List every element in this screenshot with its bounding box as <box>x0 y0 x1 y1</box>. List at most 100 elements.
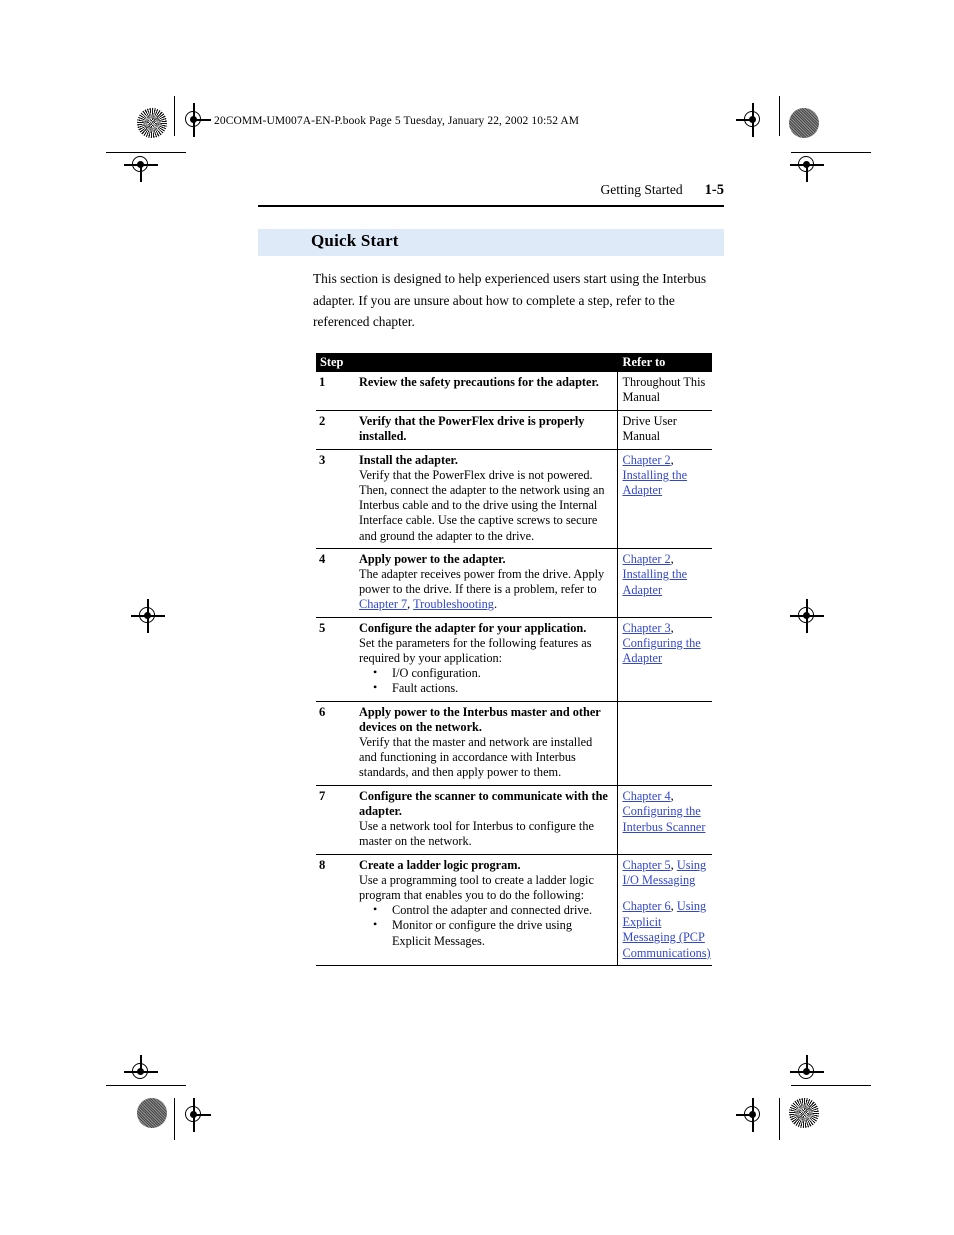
step-number: 1 <box>316 372 338 411</box>
link-chapter[interactable]: Chapter 4 <box>623 789 671 803</box>
trim-line-bottom-left-vertical <box>174 1098 176 1140</box>
trim-line-top-left-vertical <box>174 96 176 136</box>
step-title: Verify that the PowerFlex drive is prope… <box>359 413 585 444</box>
step-title: Apply power to the adapter. <box>359 551 506 566</box>
registration-mark-top-left-outer <box>124 148 158 182</box>
trim-line-top-right-vertical <box>779 96 781 136</box>
step-title: Install the adapter. <box>359 452 458 467</box>
step-body: The adapter receives power from the driv… <box>359 567 611 613</box>
step-description: Review the safety precautions for the ad… <box>338 372 617 411</box>
table-row: 3 Install the adapter. Verify that the P… <box>316 449 712 549</box>
link-chapter-title[interactable]: Installing the Adapter <box>623 468 688 497</box>
registration-mark-right-middle <box>790 599 824 633</box>
step-body: Use a programming tool to create a ladde… <box>359 872 594 902</box>
refer-to-cell: Drive User Manual <box>616 410 712 450</box>
table-row: 7 Configure the scanner to communicate w… <box>316 785 712 855</box>
link-chapter-secondary[interactable]: Chapter 6 <box>623 899 671 913</box>
refer-to-cell: Chapter 4, Configuring the Interbus Scan… <box>616 785 712 855</box>
trim-line-top-right-horizontal <box>791 152 871 154</box>
refer-to-cell: Chapter 3, Configuring the Adapter <box>616 617 712 702</box>
list-item: I/O configuration. <box>359 665 611 681</box>
step-number: 4 <box>316 548 338 618</box>
table-row: 6 Apply power to the Interbus master and… <box>316 701 712 786</box>
step-description: Create a ladder logic program. Use a pro… <box>338 854 617 966</box>
step-description: Install the adapter. Verify that the Pow… <box>338 449 617 549</box>
step-body-text: The adapter receives power from the driv… <box>359 567 605 597</box>
table-row: 5 Configure the adapter for your applica… <box>316 617 712 702</box>
page-number: 1-5 <box>704 182 724 198</box>
trim-line-bottom-left-horizontal <box>106 1085 186 1087</box>
section-title: Quick Start <box>311 231 399 250</box>
registration-mark-bottom-right-inner <box>736 1098 770 1132</box>
step-body: Verify that the master and network are i… <box>359 735 593 780</box>
column-header-refer-to: Refer to <box>616 353 712 372</box>
table-row: 2 Verify that the PowerFlex drive is pro… <box>316 410 712 450</box>
step-description: Configure the adapter for your applicati… <box>338 617 617 702</box>
list-item: Monitor or configure the drive using Exp… <box>359 917 611 948</box>
column-header-step-number: Step <box>316 353 343 372</box>
trim-line-bottom-right-vertical <box>779 1098 781 1140</box>
step-number: 2 <box>316 410 338 450</box>
refer-to-spacer <box>623 888 711 899</box>
halftone-target-bottom-right <box>789 1098 819 1128</box>
link-chapter[interactable]: Chapter 2 <box>623 453 671 467</box>
quick-start-table: Step Refer to 1 Review the safety precau… <box>316 353 712 966</box>
step-body-period: . <box>493 597 498 612</box>
refer-to-cell: Chapter 5, Using I/O Messaging Chapter 6,… <box>616 854 712 966</box>
step-bullet-list: Control the adapter and connected drive.… <box>359 902 611 949</box>
step-description: Apply power to the adapter. The adapter … <box>338 548 617 618</box>
refer-to-cell: Chapter 2, Installing the Adapter <box>616 548 712 618</box>
registration-mark-left-middle <box>131 599 165 633</box>
link-chapter-title[interactable]: Configuring the Adapter <box>623 636 701 665</box>
header-rule <box>258 205 724 207</box>
halftone-target-top-right <box>789 108 819 138</box>
step-number: 3 <box>316 449 338 549</box>
step-title: Create a ladder logic program. <box>359 857 521 872</box>
document-page: 20COMM-UM007A-EN-P.book Page 5 Tuesday, … <box>0 0 954 1235</box>
refer-to-cell: Chapter 2, Installing the Adapter <box>616 449 712 549</box>
registration-mark-top-right-inner <box>736 103 770 137</box>
registration-mark-bottom-left-inner <box>177 1098 211 1132</box>
link-chapter[interactable]: Chapter 5 <box>623 858 671 872</box>
step-description: Apply power to the Interbus master and o… <box>338 701 617 786</box>
column-header-step-spacer <box>338 353 617 372</box>
running-head-chapter-title: Getting Started <box>600 182 683 197</box>
table-header: Step Refer to <box>316 353 712 372</box>
step-title: Configure the adapter for your applicati… <box>359 620 587 635</box>
trim-line-bottom-right-horizontal <box>791 1085 871 1087</box>
step-title: Review the safety precautions for the ad… <box>359 375 599 389</box>
list-item: Fault actions. <box>359 680 611 696</box>
table-row: 4 Apply power to the adapter. The adapte… <box>316 548 712 618</box>
halftone-target-top-left <box>137 108 167 138</box>
step-number: 5 <box>316 617 338 702</box>
inline-link-chapter[interactable]: Chapter 7 <box>359 597 407 611</box>
registration-mark-top-right-outer <box>790 148 824 182</box>
step-description: Verify that the PowerFlex drive is prope… <box>338 410 617 450</box>
table-row: 1 Review the safety precautions for the … <box>316 372 712 411</box>
step-number: 8 <box>316 854 338 966</box>
refer-to-cell <box>616 701 712 786</box>
step-title: Configure the scanner to communicate wit… <box>359 788 608 818</box>
step-body: Verify that the PowerFlex drive is not p… <box>359 467 605 543</box>
link-chapter-title[interactable]: Configuring the Interbus Scanner <box>623 804 706 833</box>
step-description: Configure the scanner to communicate wit… <box>338 785 617 855</box>
registration-mark-bottom-left-outer <box>124 1055 158 1089</box>
step-body: Use a network tool for Interbus to confi… <box>359 819 594 849</box>
step-body: Set the parameters for the following fea… <box>359 635 592 666</box>
table-body: 1 Review the safety precautions for the … <box>316 372 712 966</box>
list-item: Control the adapter and connected drive. <box>359 902 611 918</box>
step-title: Apply power to the Interbus master and o… <box>359 704 601 734</box>
intro-paragraph: This section is designed to help experie… <box>313 271 707 329</box>
link-chapter[interactable]: Chapter 2 <box>623 552 671 566</box>
trim-line-top-left-horizontal <box>106 152 186 154</box>
running-head: Getting Started 1-5 <box>258 182 724 199</box>
step-bullet-list: I/O configuration. Fault actions. <box>359 665 611 696</box>
registration-mark-bottom-right-outer <box>790 1055 824 1089</box>
refer-to-cell: Throughout This Manual <box>616 372 712 411</box>
file-header-stamp: 20COMM-UM007A-EN-P.book Page 5 Tuesday, … <box>214 115 580 127</box>
link-chapter[interactable]: Chapter 3 <box>623 621 671 635</box>
table-header-row: Step Refer to <box>316 353 712 372</box>
link-chapter-title[interactable]: Installing the Adapter <box>623 567 688 596</box>
inline-link-troubleshooting[interactable]: Troubleshooting <box>413 597 494 611</box>
registration-mark-top-left-inner <box>177 103 211 137</box>
